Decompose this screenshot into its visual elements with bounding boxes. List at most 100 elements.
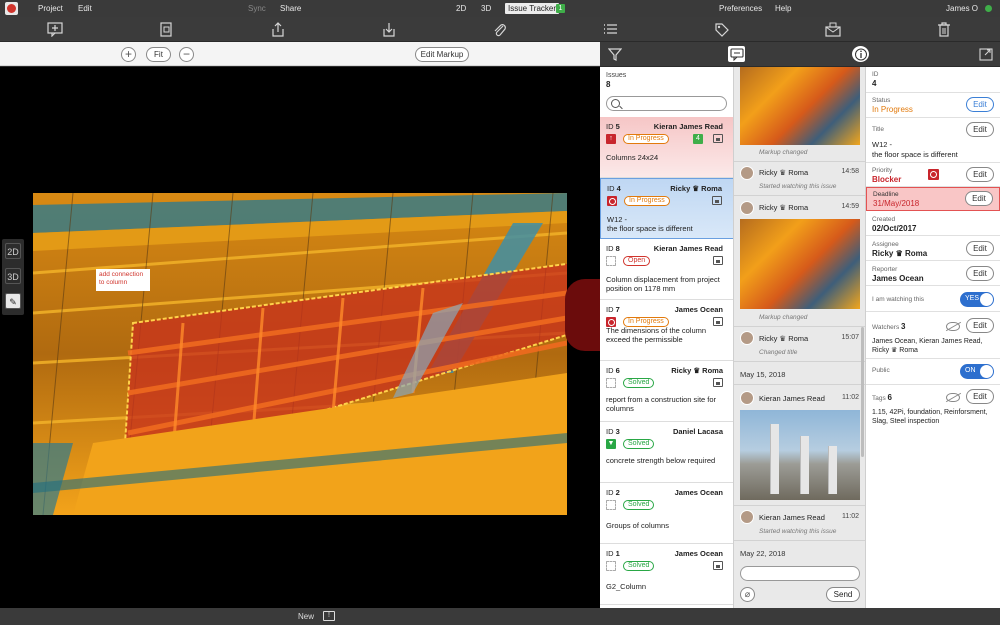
list-icon[interactable] bbox=[603, 22, 619, 37]
inbox-icon[interactable] bbox=[825, 22, 841, 37]
pen-icon[interactable]: ✎ bbox=[5, 293, 21, 309]
issue-id-label: ID bbox=[607, 184, 615, 193]
documents-icon[interactable] bbox=[158, 22, 174, 37]
issue-title: G2_Column bbox=[606, 582, 647, 591]
site-photo[interactable] bbox=[740, 410, 860, 500]
issue-id-label: ID bbox=[606, 244, 614, 253]
edit-status-button[interactable]: Edit bbox=[966, 97, 994, 112]
menu-help[interactable]: Help bbox=[775, 4, 791, 13]
priority-none-icon bbox=[606, 378, 616, 388]
export-icon[interactable] bbox=[270, 22, 286, 37]
image-icon bbox=[712, 196, 722, 205]
status-label: Status bbox=[872, 97, 891, 104]
edit-tags-button[interactable]: Edit bbox=[966, 389, 994, 404]
model-3d-render[interactable] bbox=[33, 193, 567, 515]
issue-item[interactable]: ID 8 Kieran James Read Open Column displ… bbox=[600, 239, 733, 300]
eye-off-icon[interactable] bbox=[946, 393, 960, 402]
issue-tracker-tab[interactable]: Issue Tracker bbox=[505, 3, 560, 14]
issue-id-value: 2 bbox=[615, 488, 620, 497]
issue-item[interactable]: ID 3 Daniel Lacasa ▼ Solved concrete str… bbox=[600, 422, 733, 483]
title-value: W12 - the floor space is different bbox=[872, 140, 958, 159]
comment-time: 11:02 bbox=[842, 513, 859, 520]
menu-project[interactable]: Project bbox=[38, 4, 63, 13]
edit-priority-button[interactable]: Edit bbox=[966, 167, 994, 182]
download-icon[interactable] bbox=[381, 22, 397, 37]
issue-item[interactable]: ID 1 James Ocean Solved G2_Column bbox=[600, 544, 733, 605]
markup-note[interactable]: add connection to column bbox=[96, 269, 150, 291]
tool-2d[interactable]: 2D bbox=[5, 243, 21, 259]
attachment-icon[interactable] bbox=[492, 22, 508, 37]
public-toggle[interactable]: ON bbox=[960, 364, 994, 379]
menu-share[interactable]: Share bbox=[280, 4, 301, 13]
issue-item[interactable]: ID 2 James Ocean Solved Groups of column… bbox=[600, 483, 733, 544]
status-value: In Progress bbox=[872, 105, 913, 114]
comment-time: 11:02 bbox=[842, 394, 859, 401]
tags-count: 6 bbox=[887, 393, 892, 402]
issue-item[interactable]: ID 7 James Ocean In Progress The dimensi… bbox=[600, 300, 733, 361]
edit-watchers-button[interactable]: Edit bbox=[966, 318, 994, 333]
issue-id: ID 1 bbox=[606, 549, 620, 558]
date-separator: May 22, 2018 bbox=[740, 549, 786, 558]
zoom-out-button[interactable]: − bbox=[179, 47, 194, 62]
fit-button[interactable]: Fit bbox=[146, 47, 171, 62]
issue-title: concrete strength below required bbox=[606, 456, 716, 465]
markup-thumbnail[interactable] bbox=[740, 67, 860, 145]
add-comment-icon[interactable] bbox=[47, 22, 63, 37]
issue-id: ID 3 bbox=[606, 427, 620, 436]
detail-deadline: Deadline 31/May/2018 Edit bbox=[866, 187, 1000, 211]
send-button[interactable]: Send bbox=[826, 587, 860, 602]
edit-assignee-button[interactable]: Edit bbox=[966, 241, 994, 256]
comment-input[interactable] bbox=[740, 566, 860, 581]
issue-count-badge: 4 bbox=[693, 134, 703, 144]
mode-2d[interactable]: 2D bbox=[456, 4, 466, 13]
issue-item-selected[interactable]: ID 4 Ricky ♛ Roma In Progress W12 - the … bbox=[600, 178, 733, 239]
issue-id-label: ID bbox=[606, 366, 614, 375]
comment-action: Markup changed bbox=[759, 149, 808, 156]
menu-edit[interactable]: Edit bbox=[78, 4, 92, 13]
tag-icon[interactable] bbox=[714, 22, 730, 37]
eye-off-icon[interactable] bbox=[946, 322, 960, 331]
deadline-value: 31/May/2018 bbox=[873, 199, 920, 208]
edit-markup-button[interactable]: Edit Markup bbox=[415, 47, 469, 62]
mode-3d[interactable]: 3D bbox=[481, 4, 491, 13]
edit-reporter-button[interactable]: Edit bbox=[966, 266, 994, 281]
comments-panel: Markup changed Ricky ♛ Roma 14:58 Starte… bbox=[734, 67, 866, 608]
new-label[interactable]: New bbox=[298, 612, 314, 621]
detail-reporter: Reporter James Ocean Edit bbox=[866, 261, 1000, 286]
image-icon bbox=[713, 317, 723, 326]
watchers-label-text: Watchers bbox=[872, 324, 900, 331]
viewer-toolbar: + Fit − Edit Markup bbox=[0, 42, 600, 66]
issue-title: Groups of columns bbox=[606, 521, 669, 530]
model-viewport[interactable]: add connection to column 2D 3D ✎ bbox=[0, 67, 600, 608]
issue-assignee: Ricky ♛ Roma bbox=[671, 366, 723, 375]
search-input[interactable] bbox=[606, 96, 727, 111]
issue-assignee: James Ocean bbox=[674, 305, 723, 314]
edit-title-button[interactable]: Edit bbox=[966, 122, 994, 137]
photo-column bbox=[800, 436, 809, 494]
avatar bbox=[740, 331, 754, 345]
user-name[interactable]: James O bbox=[946, 4, 978, 13]
menu-sync[interactable]: Sync bbox=[248, 4, 266, 13]
tags-label: Tags 6 bbox=[872, 393, 892, 402]
new-comment-icon[interactable]: ! bbox=[323, 611, 335, 621]
image-icon bbox=[713, 256, 723, 265]
tool-3d[interactable]: 3D bbox=[5, 268, 21, 284]
zoom-in-button[interactable]: + bbox=[121, 47, 136, 62]
info-icon[interactable] bbox=[852, 46, 869, 62]
scrollbar[interactable] bbox=[861, 327, 864, 457]
priority-none-icon bbox=[606, 500, 616, 510]
menu-preferences[interactable]: Preferences bbox=[719, 4, 762, 13]
filter-icon[interactable] bbox=[606, 46, 623, 62]
markup-thumbnail[interactable] bbox=[740, 219, 860, 309]
issue-assignee: Daniel Lacasa bbox=[672, 427, 723, 436]
comments-icon[interactable] bbox=[728, 46, 745, 62]
status-badge: Open bbox=[623, 256, 651, 266]
trash-icon[interactable] bbox=[936, 22, 952, 37]
issue-item[interactable]: ID 5 Kieran James Read ↑ In Progress 4 C… bbox=[600, 117, 733, 178]
expand-icon[interactable] bbox=[977, 46, 994, 62]
watching-toggle[interactable]: YES bbox=[960, 292, 994, 307]
edit-deadline-button[interactable]: Edit bbox=[965, 191, 993, 206]
status-badge: Solved bbox=[623, 500, 655, 510]
paperclip-icon[interactable]: ⌀ bbox=[740, 587, 755, 602]
issue-item[interactable]: ID 6 Ricky ♛ Roma Solved report from a c… bbox=[600, 361, 733, 422]
